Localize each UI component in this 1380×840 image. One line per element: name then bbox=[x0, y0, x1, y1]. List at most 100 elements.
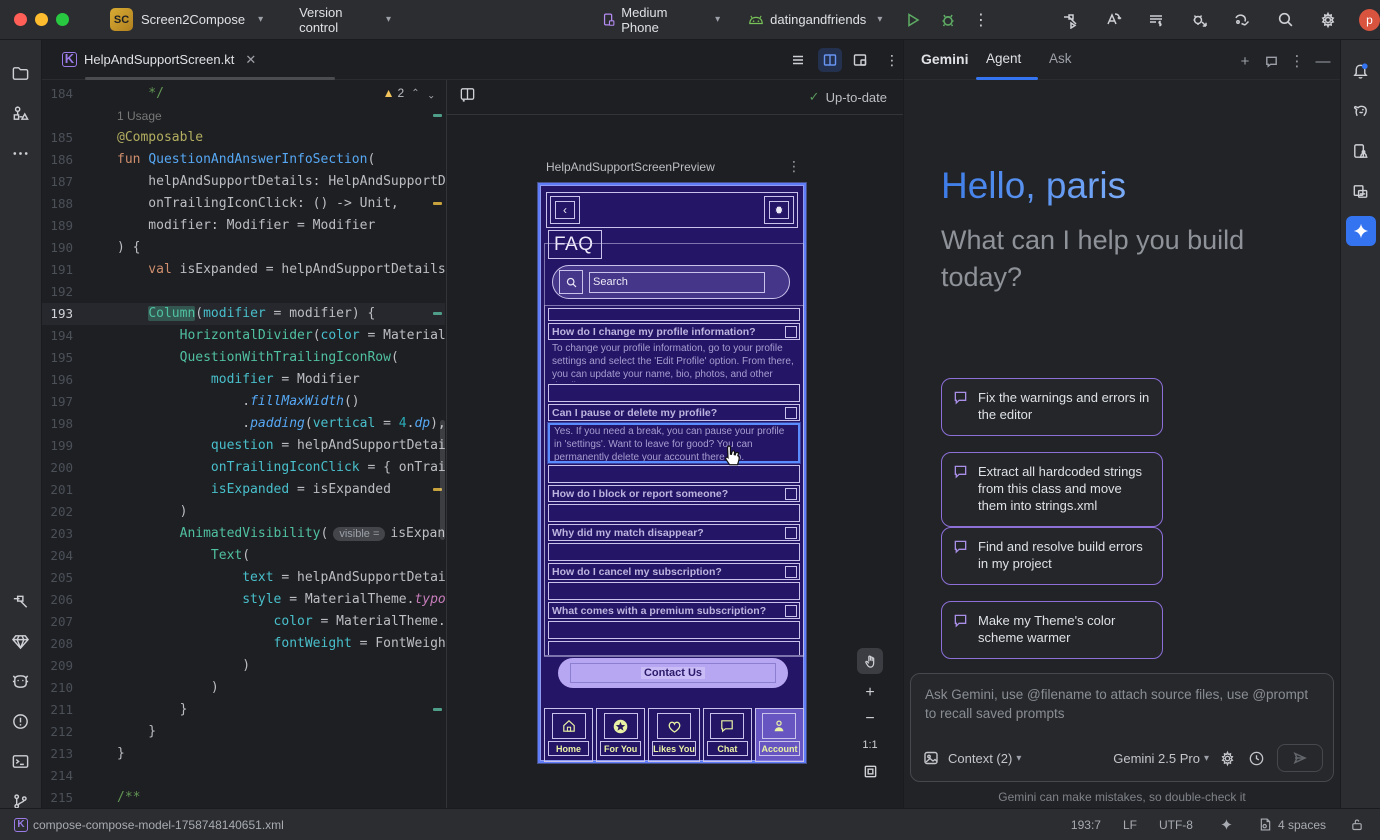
prompt-history-clock-icon[interactable] bbox=[1248, 750, 1265, 767]
chat-history-icon[interactable] bbox=[1260, 50, 1282, 72]
gemini-settings-gear-icon[interactable] bbox=[1219, 750, 1236, 767]
code-line[interactable]: 190) { bbox=[42, 237, 445, 259]
code-line[interactable]: 209 ) bbox=[42, 655, 445, 677]
run-button[interactable] bbox=[902, 9, 923, 31]
tab-agent[interactable]: Agent bbox=[986, 51, 1021, 66]
caret-position[interactable]: 193:7 bbox=[1071, 818, 1101, 832]
code-line[interactable]: 189 modifier: Modifier = Modifier bbox=[42, 215, 445, 237]
code-line[interactable]: 187 helpAndSupportDetails: HelpAndSuppor… bbox=[42, 171, 445, 193]
close-window-button[interactable] bbox=[14, 13, 27, 26]
line-number[interactable]: 195 bbox=[42, 347, 84, 369]
editor-scrollbar[interactable] bbox=[440, 420, 445, 540]
logcat-icon[interactable] bbox=[6, 666, 36, 696]
tab-ask[interactable]: Ask bbox=[1049, 51, 1072, 66]
next-warning-icon[interactable]: ⌃ bbox=[427, 88, 435, 99]
profiler-bug-icon[interactable] bbox=[1189, 9, 1210, 31]
gemini-tool-icon[interactable] bbox=[1346, 216, 1376, 246]
code-line[interactable]: 198 .padding(vertical = 4.dp), bbox=[42, 413, 445, 435]
more-run-actions-button[interactable]: ⋮ bbox=[970, 9, 991, 31]
zoom-window-button[interactable] bbox=[56, 13, 69, 26]
new-chat-icon[interactable]: + bbox=[1234, 50, 1256, 72]
code-line[interactable]: 194 HorizontalDivider(color = Material bbox=[42, 325, 445, 347]
search-everywhere-icon[interactable] bbox=[1275, 9, 1296, 31]
structure-view-icon[interactable] bbox=[786, 48, 810, 72]
line-number[interactable]: 215 bbox=[42, 787, 84, 808]
build-tool-icon[interactable] bbox=[6, 586, 36, 616]
preview-options-kebab-icon[interactable]: ⋮ bbox=[787, 158, 801, 175]
indent-config[interactable]: 4 spaces bbox=[1258, 817, 1326, 832]
line-number[interactable]: 197 bbox=[42, 391, 84, 413]
line-number[interactable]: 193 bbox=[42, 303, 84, 325]
code-line[interactable]: 203 AnimatedVisibility(visible =isExpan bbox=[42, 523, 445, 545]
gradle-elephant-icon[interactable] bbox=[1346, 96, 1376, 126]
preview-name-label[interactable]: HelpAndSupportScreenPreview bbox=[546, 160, 715, 174]
project-tool-icon[interactable] bbox=[6, 58, 36, 88]
code-line[interactable]: 185@Composable bbox=[42, 127, 445, 149]
code-line[interactable]: 197 .fillMaxWidth() bbox=[42, 391, 445, 413]
code-line[interactable]: 210 ) bbox=[42, 677, 445, 699]
more-tool-windows-icon[interactable] bbox=[6, 138, 36, 168]
line-separator[interactable]: LF bbox=[1123, 818, 1137, 832]
line-number[interactable]: 184 bbox=[42, 83, 84, 105]
code-line[interactable]: 195 QuestionWithTrailingIconRow( bbox=[42, 347, 445, 369]
layout-inspector-icon[interactable] bbox=[1346, 176, 1376, 206]
line-number[interactable]: 202 bbox=[42, 501, 84, 523]
resource-manager-icon[interactable] bbox=[6, 98, 36, 128]
user-avatar[interactable]: p bbox=[1359, 9, 1380, 31]
line-number[interactable]: 203 bbox=[42, 523, 84, 545]
app-quality-insights-icon[interactable] bbox=[6, 626, 36, 656]
line-number[interactable]: 185 bbox=[42, 127, 84, 149]
line-number[interactable]: 189 bbox=[42, 215, 84, 237]
build-icon[interactable] bbox=[1060, 9, 1081, 31]
code-line[interactable]: 212 } bbox=[42, 721, 445, 743]
line-number[interactable]: 208 bbox=[42, 633, 84, 655]
code-line[interactable]: 215/** bbox=[42, 787, 445, 808]
line-number[interactable]: 187 bbox=[42, 171, 84, 193]
editor-options-kebab-icon[interactable]: ⋮ bbox=[880, 48, 904, 72]
zoom-in-button[interactable]: + bbox=[857, 680, 883, 706]
line-number[interactable]: 211 bbox=[42, 699, 84, 721]
code-line[interactable]: 204 Text( bbox=[42, 545, 445, 567]
model-selector[interactable]: Gemini 2.5 Pro bbox=[1113, 751, 1200, 766]
line-number[interactable]: 186 bbox=[42, 149, 84, 171]
code-line[interactable]: 186fun QuestionAndAnswerInfoSection( bbox=[42, 149, 445, 171]
zoom-actual-size-button[interactable]: 1:1 bbox=[857, 732, 883, 758]
code-line[interactable]: 206 style = MaterialTheme.typo bbox=[42, 589, 445, 611]
design-mode-icon[interactable] bbox=[848, 48, 872, 72]
line-number[interactable]: 196 bbox=[42, 369, 84, 391]
panel-options-kebab-icon[interactable]: ⋮ bbox=[1286, 50, 1308, 72]
run-configuration-selector[interactable]: datingandfriends ▾ bbox=[748, 12, 882, 27]
line-number[interactable]: 210 bbox=[42, 677, 84, 699]
context-selector[interactable]: Context (2) bbox=[948, 751, 1012, 766]
code-line[interactable]: 200 onTrailingIconClick = { onTrai bbox=[42, 457, 445, 479]
line-number[interactable]: 206 bbox=[42, 589, 84, 611]
line-number[interactable]: 209 bbox=[42, 655, 84, 677]
code-line[interactable]: 202 ) bbox=[42, 501, 445, 523]
version-control-widget[interactable]: Version control ▾ bbox=[299, 5, 391, 35]
device-selector[interactable]: Medium Phone ▾ bbox=[601, 5, 720, 35]
zoom-to-fit-button[interactable] bbox=[857, 758, 883, 784]
file-encoding[interactable]: UTF-8 bbox=[1159, 818, 1193, 832]
running-devices-icon[interactable] bbox=[1146, 9, 1167, 31]
line-number[interactable]: 205 bbox=[42, 567, 84, 589]
code-line[interactable]: 1 Usage bbox=[42, 105, 445, 127]
line-number[interactable]: 188 bbox=[42, 193, 84, 215]
close-tab-icon[interactable]: ✕ bbox=[245, 52, 256, 68]
code-line[interactable]: 193 Column(modifier = modifier) { bbox=[42, 303, 445, 325]
zoom-out-button[interactable]: − bbox=[857, 706, 883, 732]
settings-gear-icon[interactable] bbox=[1318, 9, 1339, 31]
device-manager-icon[interactable] bbox=[1346, 136, 1376, 166]
hide-panel-icon[interactable]: — bbox=[1312, 50, 1334, 72]
attach-image-icon[interactable] bbox=[923, 750, 939, 766]
notifications-bell-icon[interactable] bbox=[1346, 56, 1376, 86]
code-line[interactable]: 205 text = helpAndSupportDetai bbox=[42, 567, 445, 589]
code-editor[interactable]: 184 */1 Usage185@Composable186fun Questi… bbox=[42, 80, 445, 808]
split-editor-mode-icon[interactable] bbox=[818, 48, 842, 72]
terminal-icon[interactable] bbox=[6, 746, 36, 776]
code-line[interactable]: 207 color = MaterialTheme. bbox=[42, 611, 445, 633]
code-line[interactable]: 191 val isExpanded = helpAndSupportDetai… bbox=[42, 259, 445, 281]
code-line[interactable]: 211 } bbox=[42, 699, 445, 721]
code-line[interactable]: 192 bbox=[42, 281, 445, 303]
line-number[interactable]: 207 bbox=[42, 611, 84, 633]
code-line[interactable]: 213} bbox=[42, 743, 445, 765]
